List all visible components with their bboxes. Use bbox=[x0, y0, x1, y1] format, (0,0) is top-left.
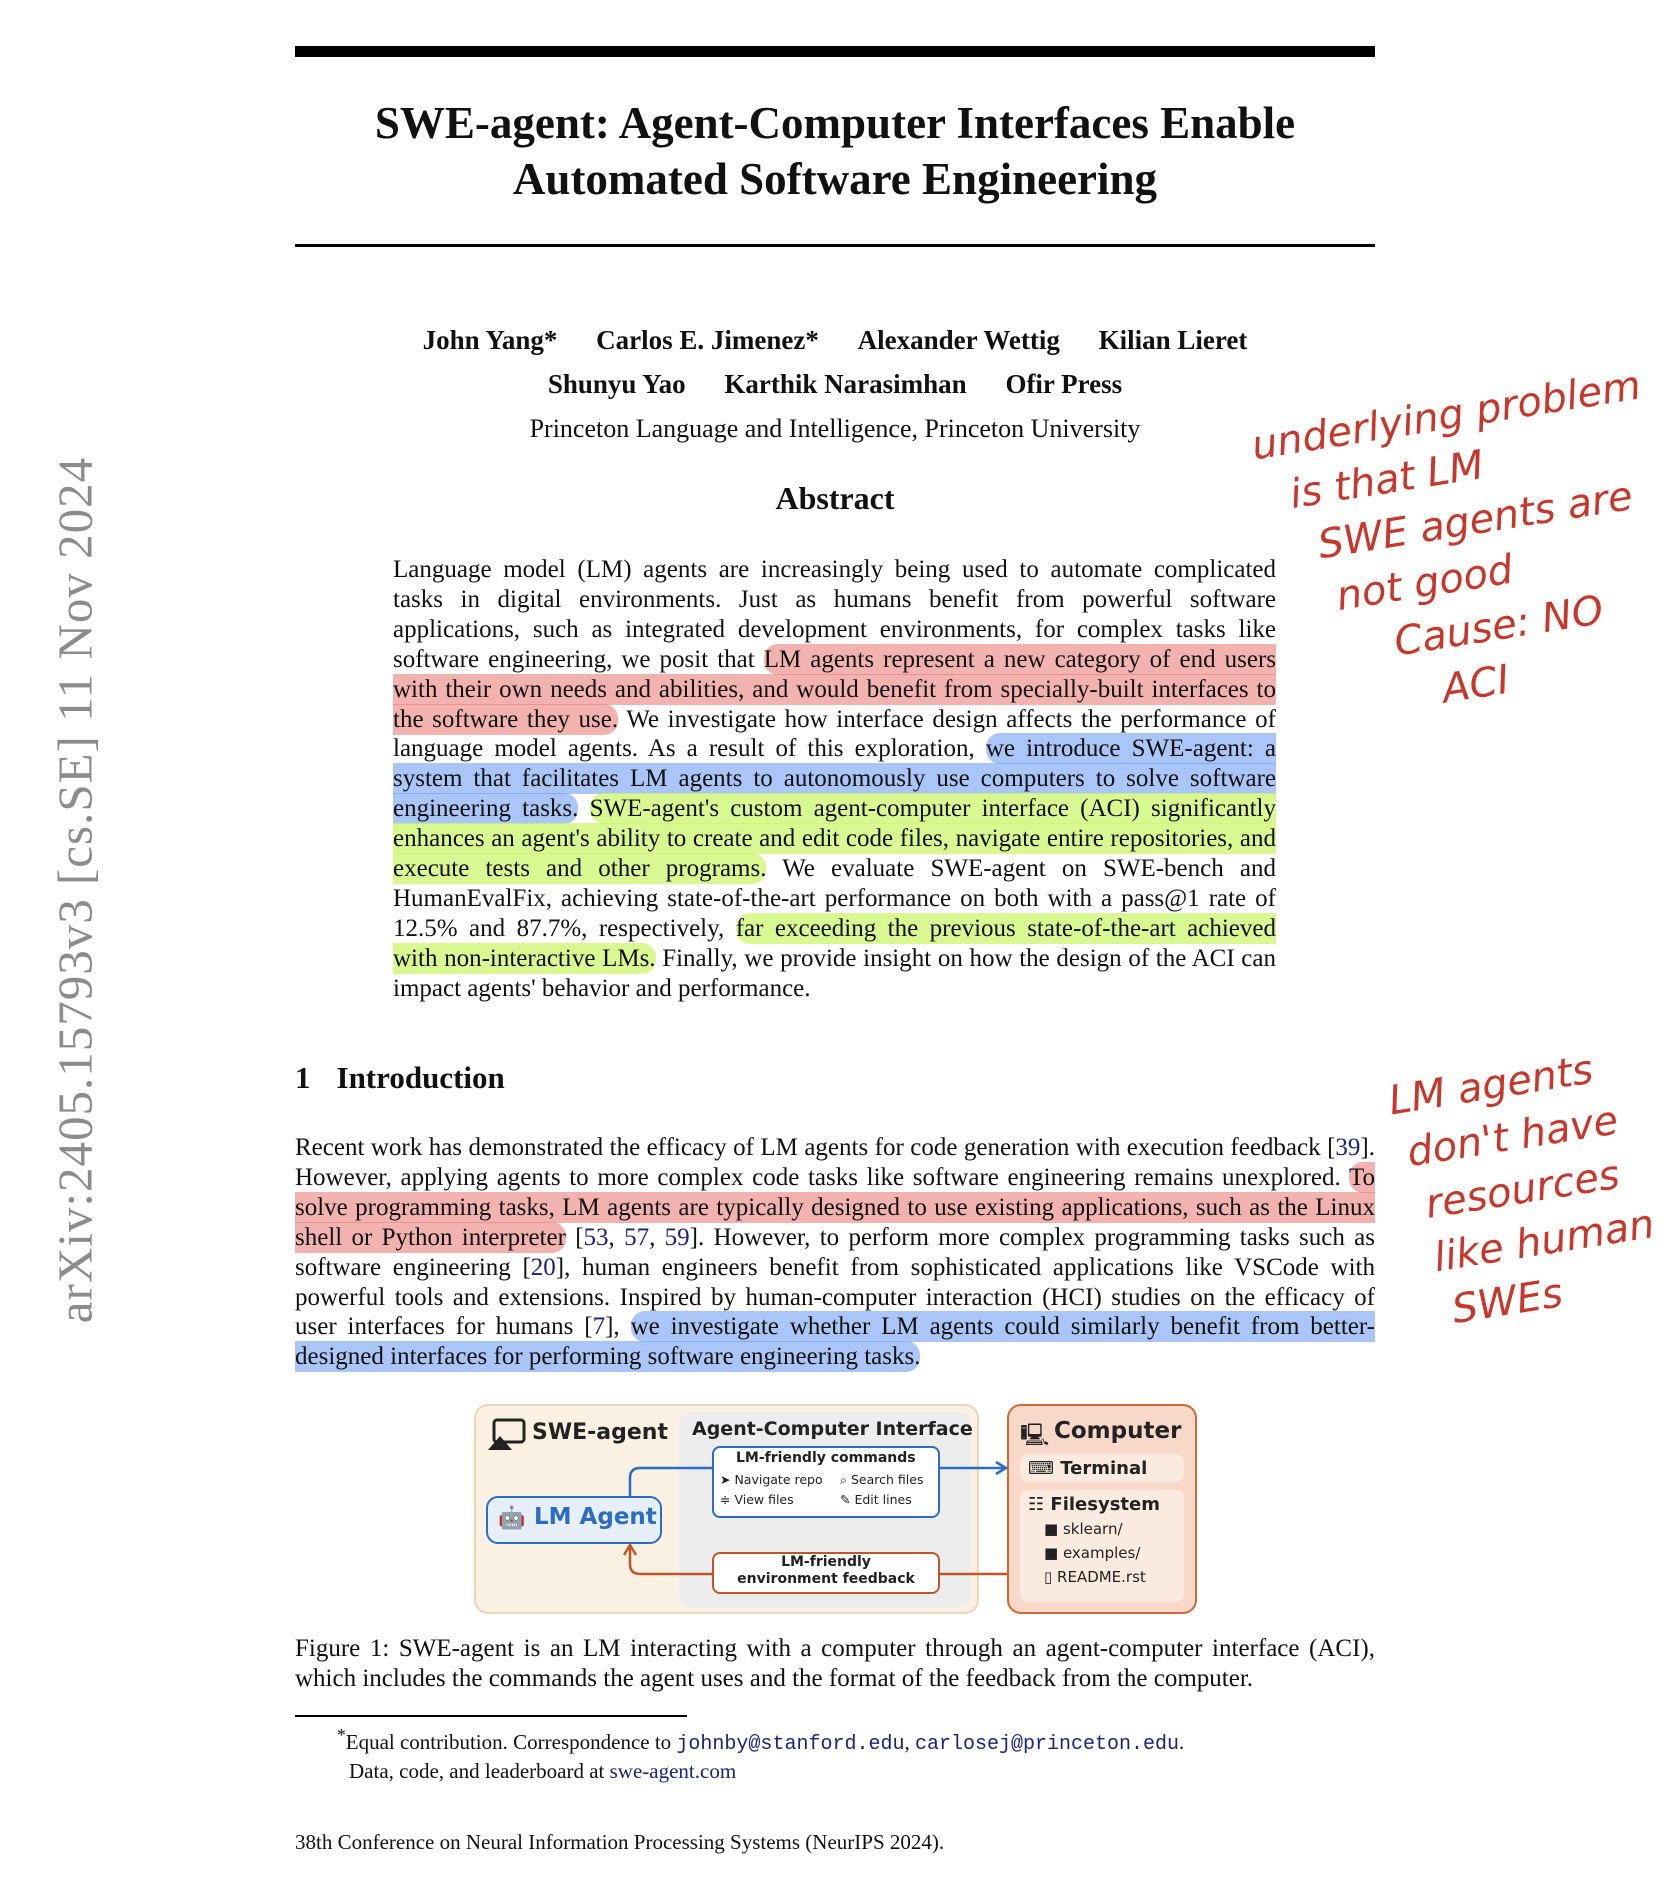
footnote-rule bbox=[295, 1715, 687, 1717]
footnote-text: Data, code, and leaderboard at bbox=[349, 1759, 605, 1783]
section-number: 1 bbox=[295, 1060, 311, 1095]
author: Carlos E. Jimenez* bbox=[596, 325, 819, 355]
website-link[interactable]: swe-agent.com bbox=[610, 1759, 737, 1783]
authors: John Yang* Carlos E. Jimenez* Alexander … bbox=[295, 318, 1375, 406]
title-bottom-rule bbox=[295, 244, 1375, 247]
footnote: *Equal contribution. Correspondence to j… bbox=[337, 1722, 1377, 1784]
file-item: ▯ README.rst bbox=[1044, 1568, 1146, 1586]
arxiv-id: arXiv:2405.15793v3 [cs.SE] 11 Nov 2024 bbox=[47, 456, 103, 1324]
section-heading: 1 Introduction bbox=[295, 1060, 505, 1096]
handwritten-note-2: LM agents don't have resources like huma… bbox=[1385, 1037, 1667, 1342]
citation-link[interactable]: 53 bbox=[584, 1224, 609, 1251]
footnote-text: Equal contribution. Correspondence to bbox=[345, 1730, 672, 1754]
folder-item: ■ sklearn/ bbox=[1044, 1520, 1123, 1538]
conference-line: 38th Conference on Neural Information Pr… bbox=[295, 1830, 945, 1854]
terminal-icon: ⌨ bbox=[1028, 1458, 1061, 1479]
filesystem-label: ☷ Filesystem bbox=[1028, 1494, 1160, 1515]
folder-icon: ■ bbox=[1044, 1544, 1063, 1562]
intro-text: [ bbox=[565, 1223, 584, 1251]
authors-line-1: John Yang* Carlos E. Jimenez* Alexander … bbox=[295, 318, 1375, 362]
handwritten-note-1: underlying problem is that LM SWE agents… bbox=[1248, 359, 1668, 740]
title-top-rule bbox=[295, 46, 1375, 57]
paper-title: SWE-agent: Agent-Computer Interfaces Ena… bbox=[374, 98, 1296, 204]
email-link[interactable]: carlosej@princeton.edu bbox=[915, 1733, 1179, 1756]
citation-link[interactable]: 7 bbox=[593, 1313, 606, 1340]
author: Alexander Wettig bbox=[857, 325, 1060, 355]
author: Kilian Lieret bbox=[1098, 325, 1248, 355]
citation-link[interactable]: 39 bbox=[1335, 1134, 1360, 1161]
section-title: Introduction bbox=[336, 1060, 505, 1095]
citation-link[interactable]: 57 bbox=[624, 1224, 649, 1251]
folder-icon: ■ bbox=[1044, 1520, 1063, 1538]
abstract-body: Language model (LM) agents are increasin… bbox=[393, 555, 1277, 1004]
footnote-line-2: Data, code, and leaderboard at swe-agent… bbox=[349, 1758, 1377, 1784]
file-name: README.rst bbox=[1057, 1568, 1146, 1586]
intro-text: Recent work has demonstrated the efficac… bbox=[295, 1134, 1336, 1161]
figure-caption: Figure 1: SWE-agent is an LM interacting… bbox=[295, 1635, 1375, 1692]
computer-icon: 🖳 bbox=[1020, 1423, 1050, 1448]
file-name: sklearn/ bbox=[1062, 1520, 1123, 1538]
filesystem-text: Filesystem bbox=[1050, 1494, 1160, 1515]
author: Ofir Press bbox=[1005, 369, 1123, 399]
author: Karthik Narasimhan bbox=[724, 369, 967, 399]
computer-label: Computer bbox=[1054, 1418, 1182, 1444]
arxiv-sidebar: arXiv:2405.15793v3 [cs.SE] 11 Nov 2024 bbox=[20, 410, 130, 1370]
citation-link[interactable]: 59 bbox=[665, 1224, 690, 1251]
author: Shunyu Yao bbox=[547, 369, 686, 399]
abstract-heading: Abstract bbox=[775, 480, 895, 516]
intro-text: ], bbox=[605, 1313, 620, 1341]
intro-body: Recent work has demonstrated the efficac… bbox=[295, 1134, 1376, 1373]
file-icon: ▯ bbox=[1044, 1568, 1058, 1586]
affiliation: Princeton Language and Intelligence, Pri… bbox=[529, 414, 1141, 443]
file-name: examples/ bbox=[1062, 1544, 1141, 1562]
author: John Yang* bbox=[422, 325, 558, 355]
citation-link[interactable]: 20 bbox=[531, 1254, 556, 1281]
terminal-text: Terminal bbox=[1060, 1458, 1148, 1479]
footnote-line-1: *Equal contribution. Correspondence to j… bbox=[337, 1725, 1185, 1756]
tree-icon: ☷ bbox=[1028, 1494, 1051, 1515]
terminal-label: ⌨ Terminal bbox=[1028, 1458, 1147, 1479]
folder-item: ■ examples/ bbox=[1044, 1544, 1140, 1562]
authors-line-2: Shunyu Yao Karthik Narasimhan Ofir Press bbox=[295, 362, 1375, 406]
figure-1: SWE-agent Agent-Computer Interface 🤖 LM … bbox=[474, 1404, 1198, 1614]
email-link[interactable]: johnby@stanford.edu bbox=[676, 1733, 904, 1756]
